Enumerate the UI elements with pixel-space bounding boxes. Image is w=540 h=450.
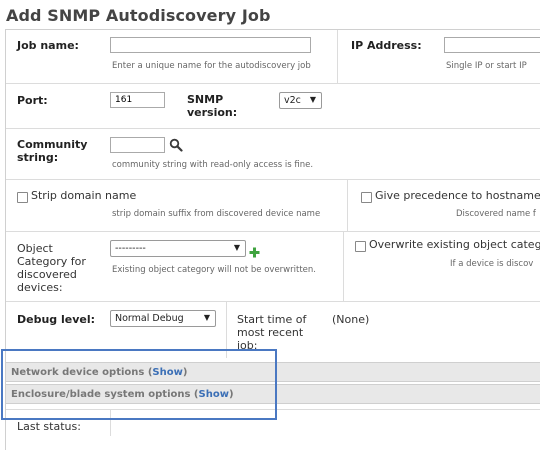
debug-level-select[interactable]: Normal Debug ▼: [110, 310, 216, 327]
column-divider: [347, 180, 348, 231]
row-divider: [6, 128, 540, 129]
port-input[interactable]: [110, 92, 165, 108]
last-status-label: Last status:: [17, 420, 81, 433]
plus-icon[interactable]: [249, 243, 260, 258]
port-label: Port:: [17, 94, 48, 107]
row-divider: [6, 83, 540, 84]
community-input[interactable]: [110, 137, 165, 153]
ip-address-label: IP Address:: [351, 39, 422, 52]
give-precedence-checkbox[interactable]: [361, 192, 372, 203]
ip-address-hint: Single IP or start IP: [446, 61, 527, 71]
highlight-box: [1, 349, 277, 420]
job-name-label: Job name:: [17, 39, 79, 52]
overwrite-category-checkbox[interactable]: [355, 241, 366, 252]
start-time-value: (None): [332, 313, 370, 326]
overwrite-category-label: Overwrite existing object catego: [369, 238, 540, 251]
row-divider: [6, 301, 540, 302]
give-precedence-hint: Discovered name f: [456, 209, 536, 219]
strip-domain-label: Strip domain name: [31, 189, 137, 202]
row-divider: [6, 179, 540, 180]
column-divider: [343, 232, 344, 301]
triangle-down-icon: ▼: [233, 243, 240, 252]
overwrite-category-hint: If a device is discov: [450, 259, 534, 269]
triangle-down-icon: ▼: [309, 95, 316, 104]
magnifier-icon[interactable]: [169, 137, 183, 152]
snmp-version-select[interactable]: v2c ▼: [279, 92, 322, 109]
row-divider: [6, 231, 540, 232]
community-label: Community string:: [17, 138, 88, 164]
debug-level-label: Debug level:: [17, 313, 96, 326]
page-title: Add SNMP Autodiscovery Job: [6, 6, 271, 25]
ip-address-input[interactable]: [444, 37, 540, 53]
give-precedence-label: Give precedence to hostname: [375, 189, 540, 202]
strip-domain-hint: strip domain suffix from discovered devi…: [112, 209, 321, 219]
strip-domain-checkbox[interactable]: [17, 192, 28, 203]
object-category-label: Object Category for discovered devices:: [17, 242, 86, 294]
column-divider: [337, 30, 338, 83]
object-category-select[interactable]: --------- ▼: [110, 240, 246, 257]
job-name-input[interactable]: [110, 37, 311, 53]
start-time-label: Start time of most recent job:: [237, 313, 307, 352]
object-category-hint: Existing object category will not be ove…: [112, 265, 316, 275]
community-hint: community string with read-only access i…: [112, 160, 314, 170]
triangle-down-icon: ▼: [203, 313, 210, 322]
job-name-hint: Enter a unique name for the autodiscover…: [112, 61, 311, 71]
snmp-version-label: SNMP version:: [187, 93, 238, 119]
